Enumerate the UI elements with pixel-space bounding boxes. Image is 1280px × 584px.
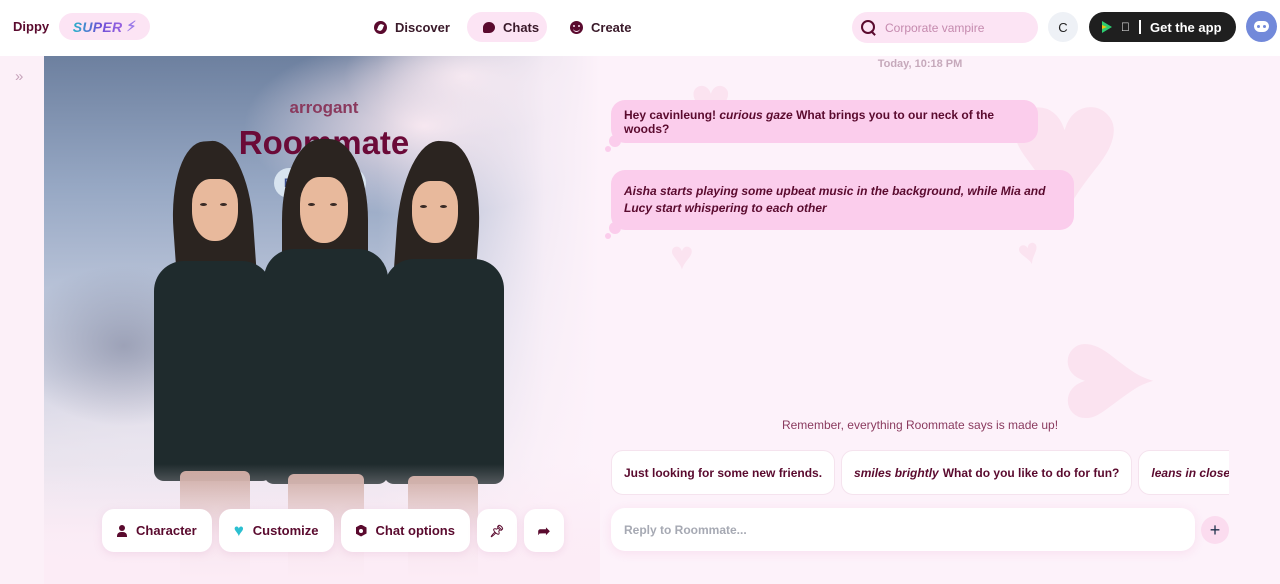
nav-chats-label: Chats	[503, 19, 540, 35]
character-button[interactable]: Character	[102, 509, 212, 552]
share-button[interactable]: ➦	[523, 509, 564, 552]
search-icon	[861, 19, 877, 36]
person-icon	[117, 524, 127, 537]
nav-create[interactable]: Create	[556, 12, 645, 42]
reply-box[interactable]	[611, 508, 1195, 551]
chat-options-button[interactable]: Chat options	[340, 509, 470, 552]
character-panel: arrogant Roommate Ba	[44, 56, 600, 584]
discord-button[interactable]	[1246, 11, 1277, 42]
get-the-app-label: Get the app	[1141, 19, 1222, 35]
get-the-app-button[interactable]:  Get the app	[1089, 12, 1236, 42]
nav-discover[interactable]: Discover	[360, 12, 464, 42]
brand-logo[interactable]: Dippy	[13, 19, 49, 34]
disclaimer-text: Remember, everything Roommate says is ma…	[781, 418, 1059, 432]
background-heart-icon: ♥	[670, 234, 694, 278]
chat-bubble-icon	[483, 21, 495, 33]
heart-icon: ♥	[233, 521, 244, 540]
nav-discover-label: Discover	[395, 19, 450, 35]
customize-button[interactable]: ♥ Customize	[218, 509, 334, 552]
divider	[1139, 20, 1141, 34]
discord-icon	[1254, 21, 1269, 32]
character-action-bar: Character ♥ Customize Chat options 📌︎ ➦	[102, 509, 564, 552]
settings-hex-icon	[355, 524, 367, 537]
suggestion-text: Just looking for some new friends.	[624, 465, 823, 480]
suggested-reply[interactable]: smiles brightly What do you like to do f…	[841, 450, 1133, 495]
pin-icon: 📌︎	[489, 523, 505, 538]
search-bar[interactable]	[852, 12, 1038, 43]
reply-input[interactable]	[624, 522, 1182, 537]
suggestion-action-text: leans in closer	[1151, 465, 1229, 480]
message-action-text: Aisha starts playing some upbeat music i…	[624, 184, 1046, 215]
apple-icon: 	[1121, 21, 1130, 33]
suggestion-text: What do you like to do for fun?	[942, 465, 1120, 480]
top-bar: Dippy SUPER ⚡︎ Discover Chats Create C …	[0, 0, 1280, 56]
nav-create-label: Create	[591, 19, 632, 35]
chat-options-button-label: Chat options	[375, 523, 455, 538]
lightning-bolt-icon: ⚡︎	[126, 18, 137, 34]
pin-button[interactable]: 📌︎	[476, 509, 517, 552]
character-tagline: arrogant	[289, 98, 359, 117]
smiley-face-icon	[570, 20, 583, 34]
suggestion-action-text: smiles brightly	[854, 465, 939, 480]
suggested-replies: Just looking for some new friends. smile…	[611, 450, 1229, 495]
suggested-reply[interactable]: leans in closer H	[1138, 450, 1229, 495]
search-input[interactable]	[885, 20, 1025, 35]
add-button[interactable]: +	[1201, 516, 1229, 544]
message-text: Hey cavinleung!	[624, 107, 720, 122]
chat-message: Hey cavinleung! curious gaze What brings…	[605, 100, 1038, 152]
compass-icon	[374, 20, 387, 34]
double-chevron-right-icon[interactable]: »	[15, 68, 23, 85]
character-button-label: Character	[136, 523, 197, 538]
sidebar-rail: »	[0, 56, 44, 584]
super-label: SUPER	[72, 18, 123, 35]
user-avatar[interactable]: C	[1048, 12, 1078, 42]
customize-button-label: Customize	[252, 523, 319, 538]
suggested-reply[interactable]: Just looking for some new friends.	[611, 450, 836, 495]
plus-icon: +	[1209, 519, 1221, 540]
google-play-icon	[1102, 21, 1112, 33]
share-icon: ➦	[537, 522, 551, 540]
super-button[interactable]: SUPER ⚡︎	[59, 13, 150, 40]
nav-chats[interactable]: Chats	[467, 12, 547, 42]
chat-panel: ♥ ♥ ♥ ♥ ♥ Today, 10:18 PM Hey cavinleung…	[600, 56, 1280, 584]
message-timestamp: Today, 10:18 PM	[877, 58, 963, 70]
background-heart-icon: ♥	[1015, 336, 1184, 426]
message-action-text: curious gaze	[719, 107, 793, 122]
chat-message: Aisha starts playing some upbeat music i…	[605, 170, 1074, 239]
